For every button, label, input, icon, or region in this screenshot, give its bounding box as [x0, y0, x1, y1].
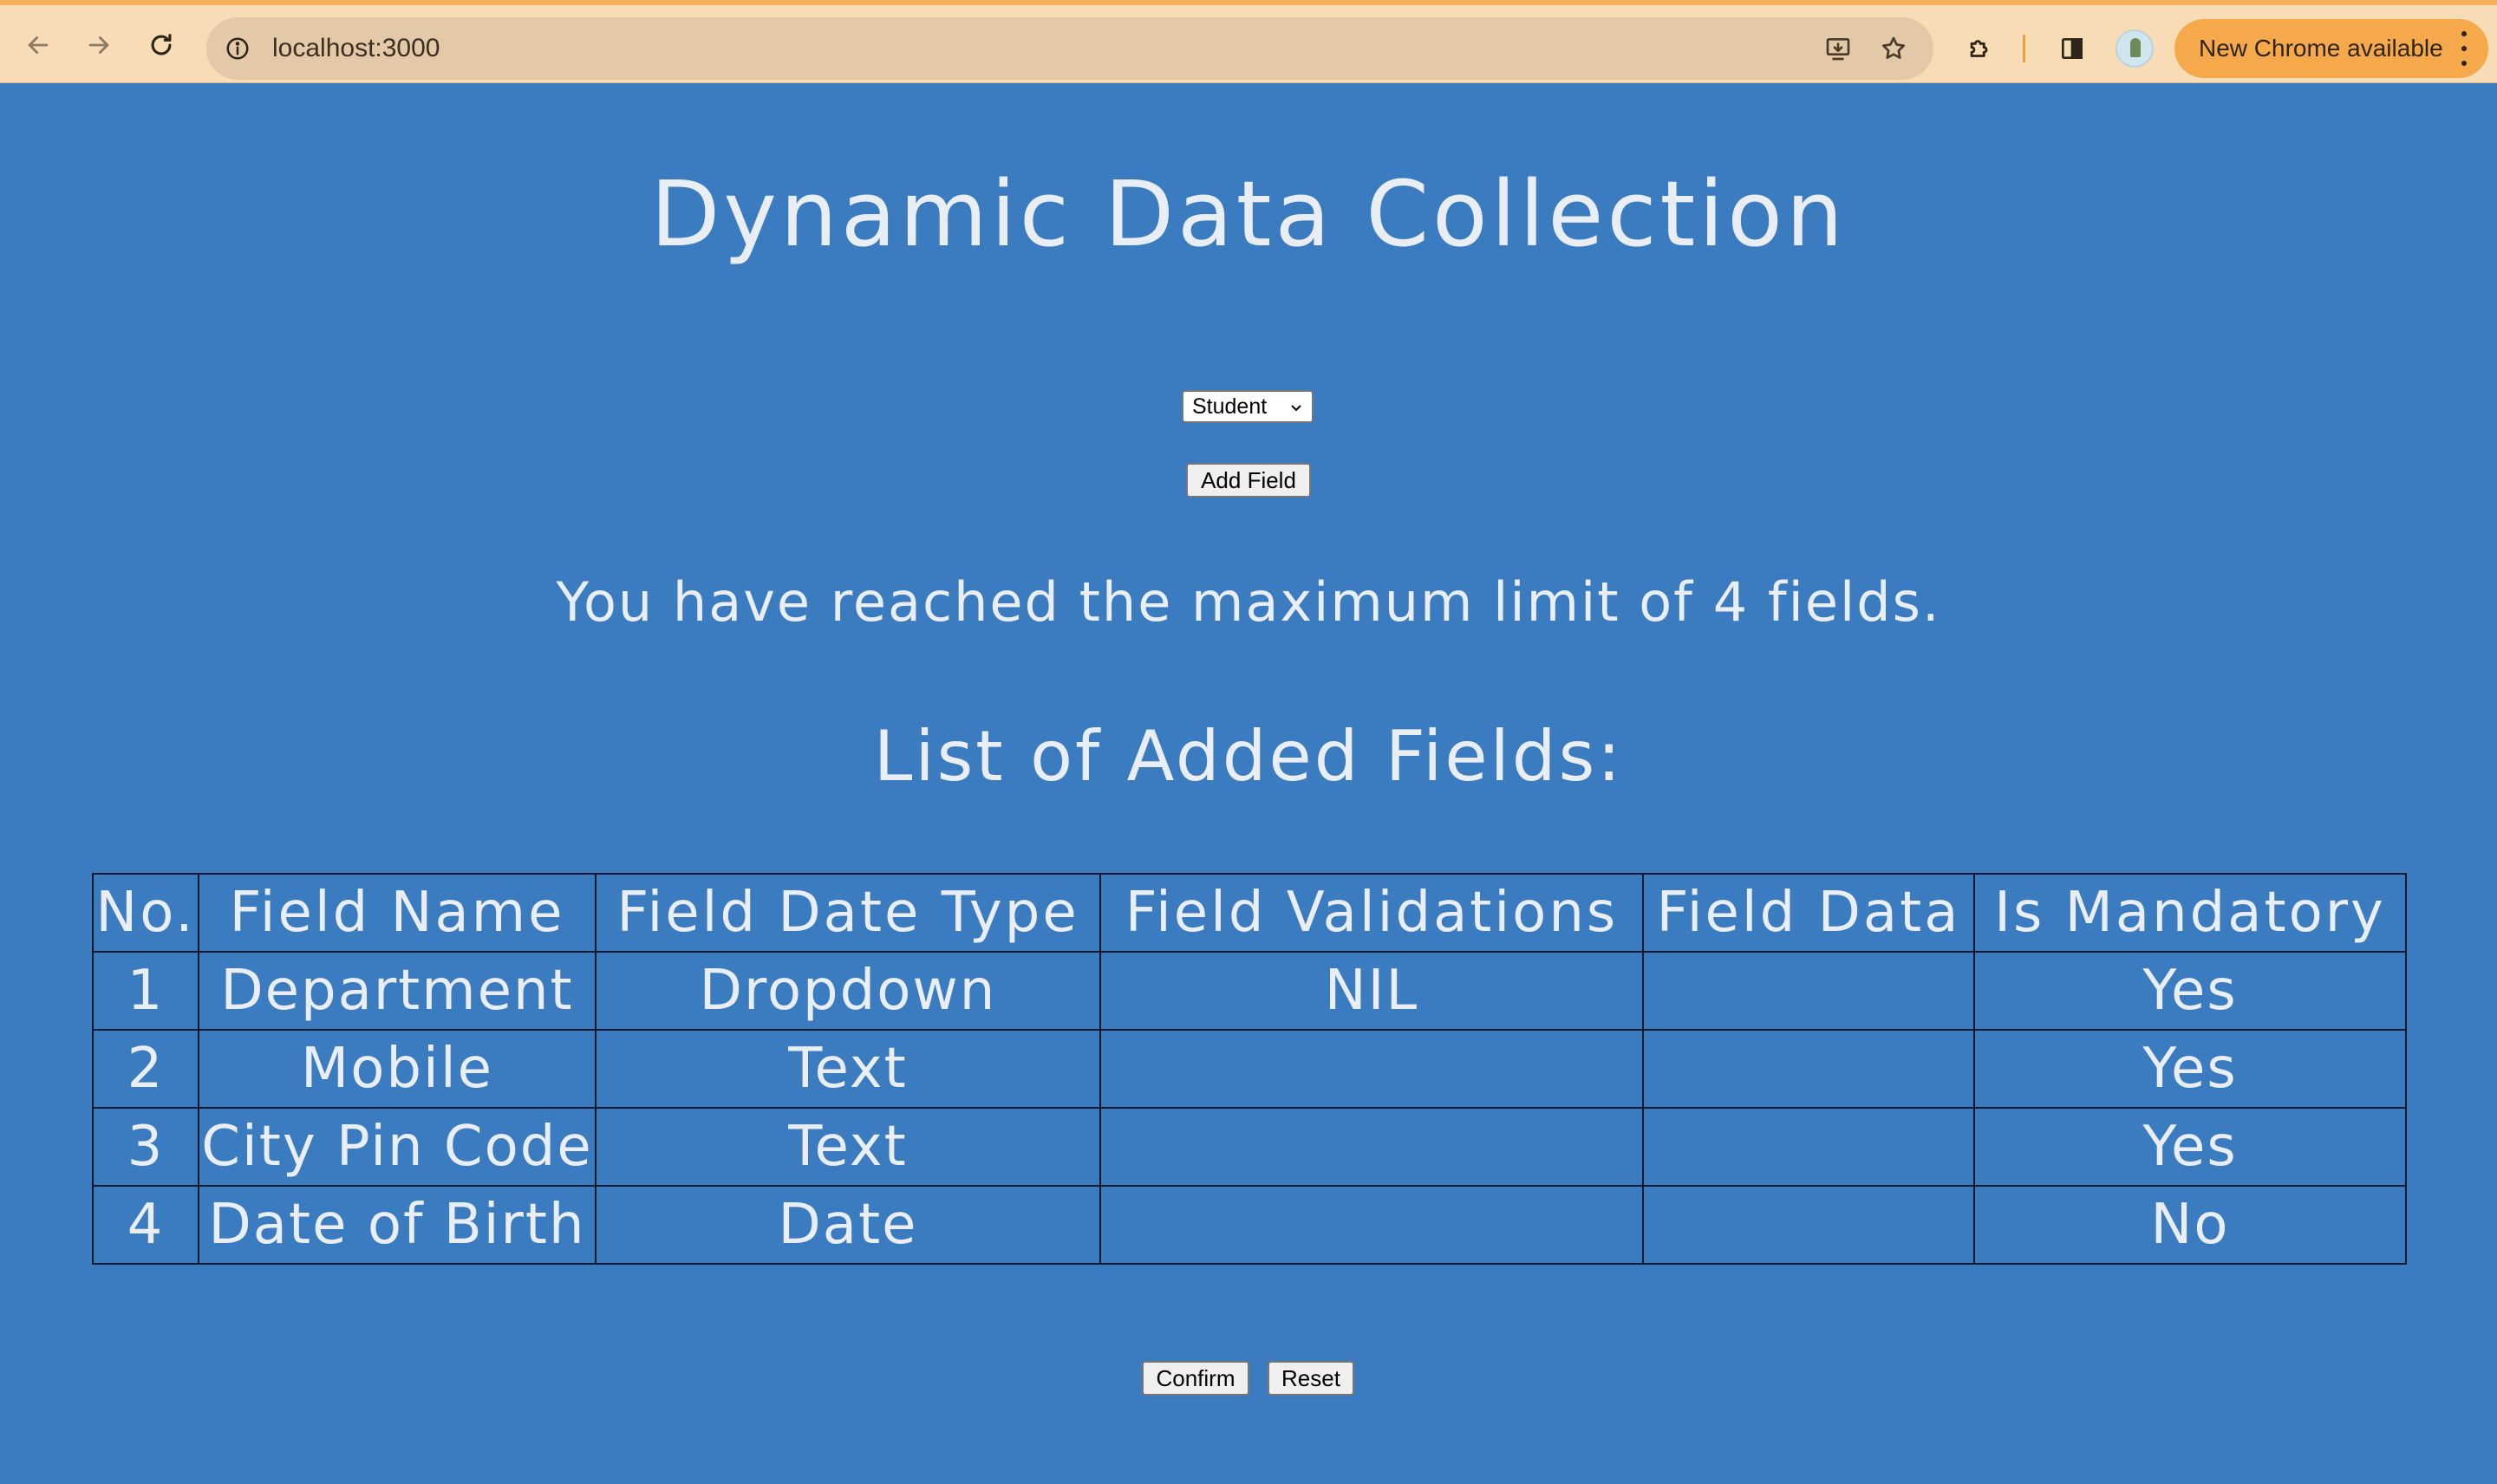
fields-table: No. Field Name Field Date Type Field Val… [92, 873, 2407, 1265]
extensions-puzzle-icon[interactable] [1961, 29, 1999, 68]
side-panel-icon[interactable] [2053, 29, 2091, 68]
cell-field-date-type: Date [595, 1185, 1101, 1265]
back-arrow-icon[interactable] [19, 26, 57, 64]
page-title: Dynamic Data Collection [650, 161, 1847, 267]
chrome-update-label: New Chrome available [2199, 35, 2443, 62]
chevron-down-icon [1291, 405, 1301, 412]
cell-is-mandatory: Yes [1973, 951, 2407, 1031]
cell-field-name: City Pin Code [198, 1107, 597, 1187]
cell-field-validations: NIL [1099, 951, 1644, 1031]
type-select-value: Student [1192, 394, 1268, 419]
site-info-icon[interactable] [220, 31, 255, 66]
list-heading: List of Added Fields: [873, 716, 1624, 797]
table-row: 3 City Pin Code Text Yes [92, 1107, 2407, 1187]
header-field-data: Field Data [1642, 873, 1975, 953]
header-field-date-type: Field Date Type [595, 873, 1101, 953]
page-content: Dynamic Data Collection Student Add Fiel… [0, 83, 2497, 1484]
url-text: localhost:3000 [272, 34, 440, 62]
browser-toolbar: localhost:3000 New Chrome available [0, 0, 2497, 83]
forward-arrow-icon[interactable] [80, 26, 118, 64]
cell-is-mandatory: Yes [1973, 1107, 2407, 1187]
header-field-validations: Field Validations [1099, 873, 1644, 953]
cell-field-data [1642, 951, 1975, 1031]
cell-no: 2 [92, 1029, 199, 1109]
cell-field-date-type: Text [595, 1029, 1101, 1109]
address-bar[interactable]: localhost:3000 [206, 17, 1933, 80]
table-row: 4 Date of Birth Date No [92, 1185, 2407, 1265]
limit-message: You have reached the maximum limit of 4 … [556, 570, 1941, 634]
confirm-button[interactable]: Confirm [1142, 1361, 1249, 1396]
reset-button[interactable]: Reset [1268, 1361, 1354, 1396]
header-is-mandatory: Is Mandatory [1973, 873, 2407, 953]
header-field-name: Field Name [198, 873, 597, 953]
cell-no: 1 [92, 951, 199, 1031]
type-select[interactable]: Student [1182, 390, 1314, 423]
cell-field-name: Department [198, 951, 597, 1031]
cell-field-name: Mobile [198, 1029, 597, 1109]
cell-field-validations [1099, 1029, 1644, 1109]
table-row: 1 Department Dropdown NIL Yes [92, 951, 2407, 1031]
cell-field-data [1642, 1185, 1975, 1265]
add-field-button[interactable]: Add Field [1186, 463, 1311, 498]
install-app-icon[interactable] [1821, 31, 1855, 66]
profile-avatar[interactable] [2116, 29, 2154, 68]
cell-field-validations [1099, 1185, 1644, 1265]
cell-field-date-type: Text [595, 1107, 1101, 1187]
bookmark-star-icon[interactable] [1876, 31, 1911, 66]
header-no: No. [92, 873, 199, 953]
cell-field-data [1642, 1029, 1975, 1109]
table-header-row: No. Field Name Field Date Type Field Val… [92, 873, 2407, 953]
cell-is-mandatory: No [1973, 1185, 2407, 1265]
cell-field-data [1642, 1107, 1975, 1187]
reload-icon[interactable] [142, 26, 180, 64]
toolbar-separator [2023, 35, 2025, 62]
chrome-update-button[interactable]: New Chrome available [2174, 19, 2488, 78]
cell-field-date-type: Dropdown [595, 951, 1101, 1031]
more-menu-icon[interactable] [2455, 31, 2473, 66]
table-row: 2 Mobile Text Yes [92, 1029, 2407, 1109]
cell-no: 4 [92, 1185, 199, 1265]
cell-no: 3 [92, 1107, 199, 1187]
cell-field-name: Date of Birth [198, 1185, 597, 1265]
cell-field-validations [1099, 1107, 1644, 1187]
cell-is-mandatory: Yes [1973, 1029, 2407, 1109]
